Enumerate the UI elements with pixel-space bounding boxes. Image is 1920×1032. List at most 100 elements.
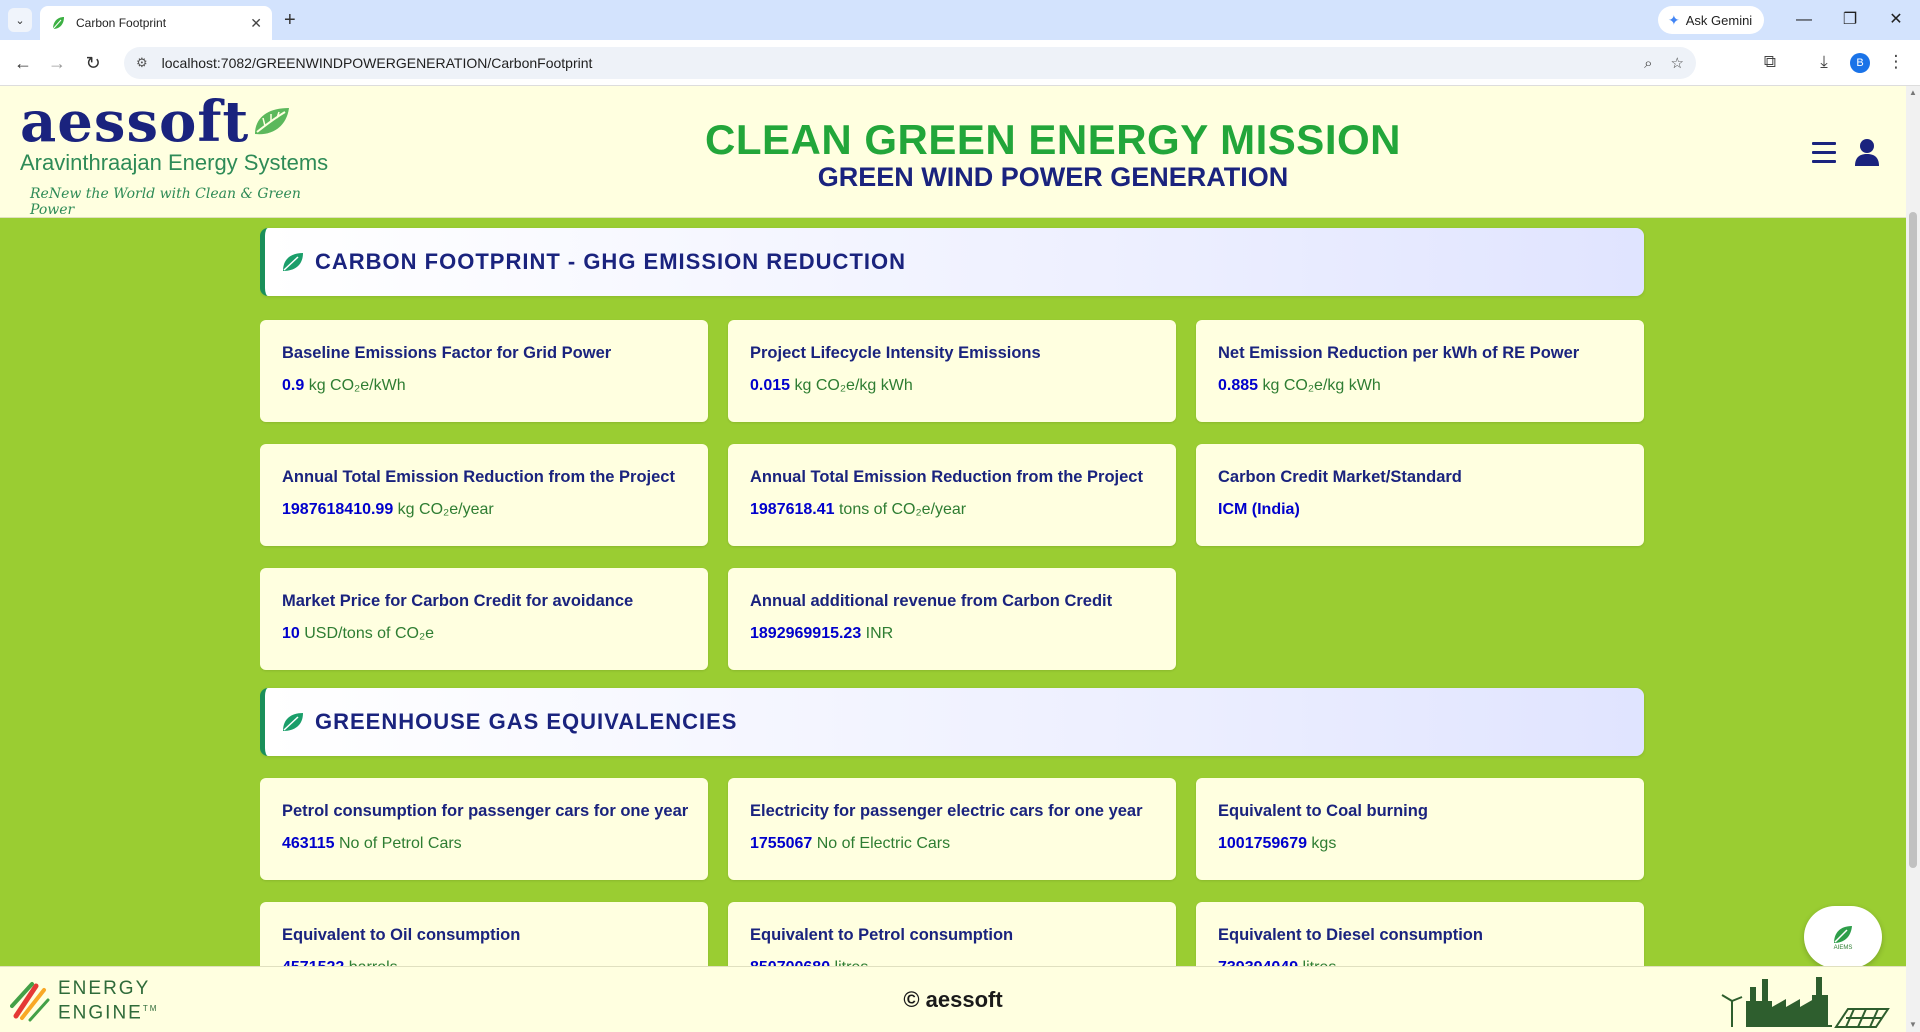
browser-toolbar: ← → ↻ ⚙ localhost:7082/GREENWINDPOWERGEN… xyxy=(0,40,1920,86)
logo-subtitle: Aravinthraajan Energy Systems xyxy=(20,150,329,175)
aessoft-logo[interactable]: aessoft Aravinthraajan Energy Systems Re… xyxy=(20,94,340,218)
card-label: Project Lifecycle Intensity Emissions xyxy=(750,344,1041,362)
site-info-icon[interactable]: ⚙ xyxy=(136,55,148,71)
section-title: GREENHOUSE GAS EQUIVALENCIES xyxy=(315,709,738,734)
tab-close-icon[interactable]: ✕ xyxy=(250,15,262,32)
url-text[interactable]: localhost:7082/GREENWINDPOWERGENERATION/… xyxy=(162,55,1626,71)
card-value-row: 4571522 barrels xyxy=(282,959,686,966)
carbon-card: Carbon Credit Market/Standard ICM (India… xyxy=(1196,444,1644,546)
ghg-section-header: GREENHOUSE GAS EQUIVALENCIES xyxy=(260,688,1644,756)
card-value-row: 0.9 kg CO₂e/kWh xyxy=(282,377,686,395)
brand-line-2-text: ENGINE xyxy=(58,1002,143,1024)
card-label: Carbon Credit Market/Standard xyxy=(1218,468,1462,486)
site-footer: ENERGY ENGINETM © aessoft xyxy=(0,966,1906,1032)
page-scrollbar[interactable]: ▲ ▼ xyxy=(1906,86,1920,1032)
card-label: Market Price for Carbon Credit for avoid… xyxy=(282,592,634,610)
tab-search-icon[interactable]: ⌄ xyxy=(8,8,32,32)
restore-icon[interactable]: ❐ xyxy=(1830,6,1870,34)
card-label: Electricity for passenger electric cars … xyxy=(750,802,1143,820)
forward-icon[interactable]: → xyxy=(44,50,70,76)
scroll-down-icon[interactable]: ▼ xyxy=(1906,1020,1920,1029)
section-title: CARBON FOOTPRINT - GHG EMISSION REDUCTIO… xyxy=(315,249,906,274)
ghg-card: Equivalent to Petrol consumption 8507006… xyxy=(728,902,1176,966)
more-menu-icon[interactable]: ⋮ xyxy=(1884,52,1908,72)
page-title: CLEAN GREEN ENERGY MISSION xyxy=(705,116,1401,163)
carbon-card: Net Emission Reduction per kWh of RE Pow… xyxy=(1196,320,1644,422)
card-value: 4571522 xyxy=(282,959,344,966)
card-unit: kg CO₂e/kWh xyxy=(304,377,406,394)
bookmark-star-icon[interactable]: ☆ xyxy=(1671,54,1684,72)
zoom-icon[interactable]: ⌕ xyxy=(1644,55,1652,72)
card-label: Equivalent to Oil consumption xyxy=(282,926,521,944)
browser-tab[interactable]: Carbon Footprint ✕ xyxy=(40,6,272,40)
card-unit: USD/tons of CO₂e xyxy=(299,625,435,642)
close-window-icon[interactable]: ✕ xyxy=(1876,6,1916,34)
ghg-card: Electricity for passenger electric cars … xyxy=(728,778,1176,880)
card-label: Equivalent to Coal burning xyxy=(1218,802,1428,820)
card-value: 0.015 xyxy=(750,377,791,394)
hamburger-menu-icon[interactable] xyxy=(1812,142,1836,164)
card-value-row: 850700680 litres xyxy=(750,959,1154,966)
card-value-row: 1001759679 kgs xyxy=(1218,835,1622,853)
scroll-thumb[interactable] xyxy=(1909,212,1917,868)
leaf-favicon-icon xyxy=(52,17,64,30)
card-value-row: 1892969915.23 INR xyxy=(750,625,1154,643)
extensions-icon[interactable]: ⧉ xyxy=(1758,52,1782,72)
scroll-up-icon[interactable]: ▲ xyxy=(1906,88,1920,97)
reload-icon[interactable]: ↻ xyxy=(80,50,106,76)
carbon-card: Annual Total Emission Reduction from the… xyxy=(728,444,1176,546)
card-unit: kg CO₂e/year xyxy=(393,501,494,518)
card-value: 1892969915.23 xyxy=(750,625,862,642)
logo-leaf-icon xyxy=(255,108,290,135)
card-value: 1987618.41 xyxy=(750,501,835,518)
browser-tab-bar: ⌄ Carbon Footprint ✕ + ✦ Ask Gemini — ❐ … xyxy=(0,0,1920,40)
card-label: Annual additional revenue from Carbon Cr… xyxy=(750,592,1113,610)
carbon-card: Baseline Emissions Factor for Grid Power… xyxy=(260,320,708,422)
carbon-footprint-section-header: CARBON FOOTPRINT - GHG EMISSION REDUCTIO… xyxy=(260,228,1644,296)
logo-word-text: aessoft xyxy=(20,89,250,155)
carbon-card: Market Price for Carbon Credit for avoid… xyxy=(260,568,708,670)
ask-gemini-button[interactable]: ✦ Ask Gemini xyxy=(1658,6,1764,34)
card-label: Equivalent to Petrol consumption xyxy=(750,926,1014,944)
card-value: 1987618410.99 xyxy=(282,501,394,518)
card-unit: INR xyxy=(861,625,894,642)
site-header: aessoft Aravinthraajan Energy Systems Re… xyxy=(0,86,1906,218)
main-content: CARBON FOOTPRINT - GHG EMISSION REDUCTIO… xyxy=(260,218,1646,966)
card-unit: No of Petrol Cars xyxy=(334,835,462,852)
leaf-icon xyxy=(283,713,303,731)
leaf-chat-icon xyxy=(1834,926,1852,943)
new-tab-icon[interactable]: + xyxy=(284,8,296,32)
energy-engine-logo[interactable]: ENERGY ENGINETM xyxy=(10,979,158,1023)
download-icon[interactable]: ⤓ xyxy=(1812,52,1836,72)
card-unit: barrels xyxy=(344,959,398,966)
address-bar[interactable]: ⚙ localhost:7082/GREENWINDPOWERGENERATIO… xyxy=(124,47,1696,79)
tab-title: Carbon Footprint xyxy=(76,16,167,30)
ghg-card: Equivalent to Oil consumption 4571522 ba… xyxy=(260,902,708,966)
aiems-chat-button[interactable]: AIEMS xyxy=(1804,906,1882,968)
factory-windmill-icon xyxy=(1721,977,1890,1028)
card-value: 0.885 xyxy=(1218,377,1259,394)
card-value-row: 0.885 kg CO₂e/kg kWh xyxy=(1218,377,1622,395)
leaf-icon xyxy=(283,253,303,271)
minimize-icon[interactable]: — xyxy=(1784,6,1824,34)
card-value-row: ICM (India) xyxy=(1218,501,1622,519)
card-value: 1001759679 xyxy=(1218,835,1307,852)
card-value-row: 10 USD/tons of CO₂e xyxy=(282,625,686,643)
profile-avatar[interactable]: B xyxy=(1850,53,1870,73)
card-label: Equivalent to Diesel consumption xyxy=(1218,926,1483,944)
energy-engine-text: ENERGY ENGINETM xyxy=(58,979,158,1023)
energy-engine-mark-icon xyxy=(10,982,50,1022)
trademark-mark: TM xyxy=(142,1004,159,1013)
user-icon[interactable] xyxy=(1854,138,1880,166)
brand-line-2: ENGINETM xyxy=(58,999,158,1023)
card-value-row: 1987618410.99 kg CO₂e/year xyxy=(282,501,686,519)
back-icon[interactable]: ← xyxy=(10,50,36,76)
card-value-row: 739394049 litres xyxy=(1218,959,1622,966)
card-value-row: 463115 No of Petrol Cars xyxy=(282,835,686,853)
gemini-spark-icon: ✦ xyxy=(1668,11,1680,28)
carbon-card: Annual additional revenue from Carbon Cr… xyxy=(728,568,1176,670)
card-unit: litres xyxy=(830,959,869,966)
card-value: ICM (India) xyxy=(1218,501,1300,518)
card-value: 463115 xyxy=(282,835,335,852)
card-value: 739394049 xyxy=(1218,959,1298,966)
